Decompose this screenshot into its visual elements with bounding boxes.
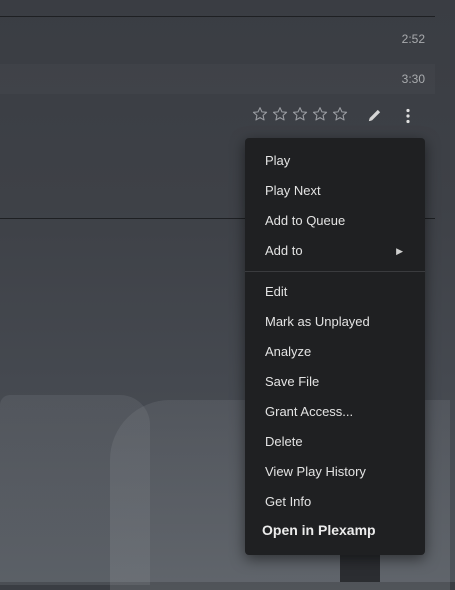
pencil-icon[interactable] xyxy=(367,108,382,123)
menu-item-label: Edit xyxy=(265,284,288,299)
menu-item-label: Play Next xyxy=(265,183,321,198)
menu-item-add-to[interactable]: Add to ▶ xyxy=(245,236,425,266)
menu-item-label: Add to Queue xyxy=(265,213,346,228)
track-row[interactable]: 3:30 xyxy=(0,64,435,94)
menu-item-play-next[interactable]: Play Next xyxy=(245,176,425,206)
menu-item-analyze[interactable]: Analyze xyxy=(245,337,425,367)
star-outline-icon[interactable] xyxy=(272,106,288,122)
menu-item-label: Analyze xyxy=(265,344,312,359)
menu-item-play[interactable]: Play xyxy=(245,146,425,176)
star-outline-icon[interactable] xyxy=(292,106,308,122)
menu-item-grant-access[interactable]: Grant Access... xyxy=(245,397,425,427)
track-duration: 3:30 xyxy=(401,72,425,86)
track-duration: 2:52 xyxy=(401,32,425,46)
star-outline-icon[interactable] xyxy=(312,106,328,122)
menu-item-label: Open in Plexamp xyxy=(262,522,376,538)
menu-item-label: Play xyxy=(265,153,291,168)
menu-item-label: Mark as Unplayed xyxy=(265,314,370,329)
menu-item-label: Add to xyxy=(265,243,303,258)
star-outline-icon[interactable] xyxy=(252,106,268,122)
menu-separator xyxy=(245,271,425,272)
menu-item-view-play-history[interactable]: View Play History xyxy=(245,457,425,487)
menu-item-label: Get Info xyxy=(265,494,312,509)
menu-item-label: Grant Access... xyxy=(265,404,354,419)
star-outline-icon[interactable] xyxy=(332,106,348,122)
menu-item-save-file[interactable]: Save File xyxy=(245,367,425,397)
menu-item-add-to-queue[interactable]: Add to Queue xyxy=(245,206,425,236)
menu-item-edit[interactable]: Edit xyxy=(245,277,425,307)
triangle-right-icon: ▶ xyxy=(396,246,403,256)
menu-item-open-in-plexamp[interactable]: Open in Plexamp xyxy=(245,517,425,543)
menu-item-label: Save File xyxy=(265,374,320,389)
track-row[interactable]: 2:52 xyxy=(0,24,435,54)
menu-item-delete[interactable]: Delete xyxy=(245,427,425,457)
menu-item-mark-as-unplayed[interactable]: Mark as Unplayed xyxy=(245,307,425,337)
menu-item-get-info[interactable]: Get Info xyxy=(245,487,425,517)
list-divider xyxy=(0,16,435,17)
context-menu: Play Play Next Add to Queue Add to ▶ Edi… xyxy=(245,138,425,555)
menu-item-label: View Play History xyxy=(265,464,366,479)
menu-item-label: Delete xyxy=(265,434,303,449)
vertical-ellipsis-icon[interactable] xyxy=(400,107,416,125)
star-rating[interactable] xyxy=(252,106,348,122)
